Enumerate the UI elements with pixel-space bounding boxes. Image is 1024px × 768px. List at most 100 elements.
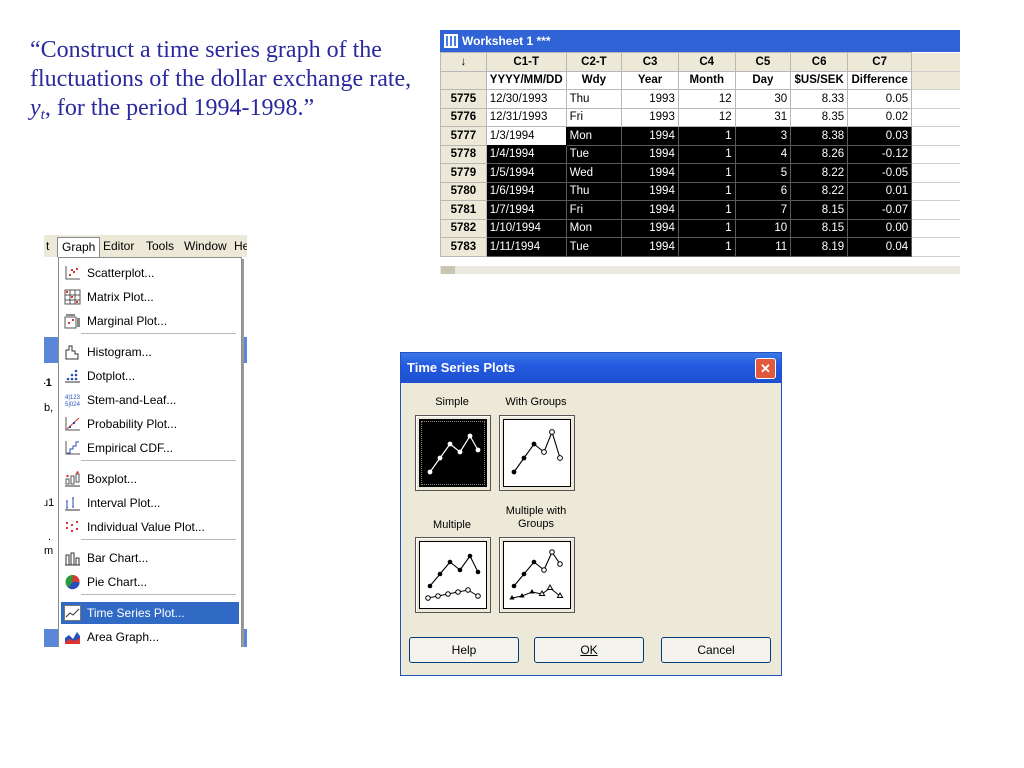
row-number[interactable]: 5782: [440, 218, 487, 238]
table-cell[interactable]: -0.12: [847, 144, 913, 164]
row-number[interactable]: 5778: [440, 144, 487, 164]
column-name[interactable]: Month: [677, 70, 736, 90]
table-cell-empty[interactable]: [911, 163, 960, 183]
menu-item-individual-value-plot[interactable]: Individual Value Plot...: [61, 516, 239, 538]
table-cell[interactable]: 0.04: [847, 237, 913, 257]
table-cell[interactable]: 8.22: [790, 163, 849, 183]
column-id[interactable]: C3: [621, 52, 679, 72]
menu-item-interval-plot[interactable]: Interval Plot...: [61, 492, 239, 514]
menu-item-empirical-cdf[interactable]: Empirical CDF...: [61, 437, 239, 459]
table-cell[interactable]: 1/6/1994: [485, 181, 567, 201]
column-id[interactable]: C6: [790, 52, 849, 72]
table-cell[interactable]: 1994: [621, 163, 679, 183]
row-number[interactable]: 5780: [440, 181, 487, 201]
column-name-empty[interactable]: [911, 71, 960, 90]
table-cell[interactable]: 1994: [621, 218, 679, 238]
table-cell[interactable]: 1: [677, 181, 736, 201]
table-cell[interactable]: 1/5/1994: [485, 163, 567, 183]
menu-item-pie-chart[interactable]: Pie Chart...: [61, 571, 239, 593]
table-cell[interactable]: Fri: [565, 200, 623, 220]
table-cell[interactable]: 0.00: [847, 218, 913, 238]
row-number[interactable]: 5779: [440, 163, 487, 183]
table-cell[interactable]: 6: [734, 181, 792, 201]
row-number[interactable]: 5776: [440, 107, 487, 127]
table-cell[interactable]: 8.35: [790, 107, 849, 127]
row-number[interactable]: 5775: [440, 89, 487, 109]
table-cell[interactable]: 1994: [621, 144, 679, 164]
table-cell[interactable]: 1: [677, 237, 736, 257]
scroll-left-icon[interactable]: [441, 266, 455, 274]
menu-item-bar-chart[interactable]: Bar Chart...: [61, 547, 239, 569]
table-cell[interactable]: 12: [677, 107, 736, 127]
table-cell-empty[interactable]: [911, 200, 960, 220]
table-cell[interactable]: Tue: [565, 237, 623, 257]
option-with-groups[interactable]: [499, 415, 575, 491]
table-cell[interactable]: Thu: [565, 181, 623, 201]
row-number[interactable]: 5781: [440, 200, 487, 220]
menu-item-dotplot[interactable]: Dotplot...: [61, 365, 239, 387]
table-cell[interactable]: 1/10/1994: [485, 218, 567, 238]
table-cell-empty[interactable]: [911, 89, 960, 109]
table-cell[interactable]: 30: [734, 89, 792, 109]
table-cell[interactable]: Tue: [565, 144, 623, 164]
table-cell[interactable]: 1/11/1994: [485, 237, 567, 257]
table-cell[interactable]: 8.26: [790, 144, 849, 164]
dialog-title-bar[interactable]: Time Series Plots ✕: [401, 353, 781, 383]
option-multiple[interactable]: [415, 537, 491, 613]
table-cell[interactable]: -0.07: [847, 200, 913, 220]
table-cell[interactable]: 1994: [621, 181, 679, 201]
table-cell[interactable]: Mon: [565, 218, 623, 238]
table-cell[interactable]: 11: [734, 237, 792, 257]
row-number[interactable]: 5783: [440, 237, 487, 257]
menu-item-time-series[interactable]: Time Series Plot...: [61, 602, 239, 624]
worksheet-title-bar[interactable]: Worksheet 1 ***: [440, 30, 960, 52]
table-cell[interactable]: 10: [734, 218, 792, 238]
table-cell[interactable]: 1994: [621, 200, 679, 220]
table-cell[interactable]: 8.33: [790, 89, 849, 109]
table-cell[interactable]: 1/7/1994: [485, 200, 567, 220]
menu-window[interactable]: Window: [184, 239, 227, 253]
table-cell[interactable]: -0.05: [847, 163, 913, 183]
corner-arrow-icon[interactable]: ↓: [440, 52, 487, 72]
column-name[interactable]: $US/SEK: [790, 70, 849, 90]
table-cell[interactable]: 8.15: [790, 200, 849, 220]
column-id[interactable]: C2-T: [565, 52, 623, 72]
cancel-button[interactable]: Cancel: [661, 637, 771, 663]
table-cell[interactable]: 3: [734, 126, 792, 146]
table-cell[interactable]: 12: [677, 89, 736, 109]
column-name[interactable]: YYYY/MM/DD: [485, 70, 567, 90]
table-cell-empty[interactable]: [911, 237, 960, 257]
column-name[interactable]: Difference: [847, 70, 913, 90]
menu-item-matrix-plot[interactable]: Matrix Plot...: [61, 286, 239, 308]
menu-tools[interactable]: Tools: [146, 239, 174, 253]
table-cell[interactable]: 8.15: [790, 218, 849, 238]
table-cell[interactable]: 0.05: [847, 89, 913, 109]
menu-item-probability-plot[interactable]: Probability Plot...: [61, 413, 239, 435]
column-id-empty[interactable]: [911, 52, 960, 72]
menu-graph[interactable]: Graph: [57, 237, 101, 257]
table-cell-empty[interactable]: [911, 145, 960, 164]
menu-item-marginal-plot[interactable]: Marginal Plot...: [61, 310, 239, 332]
column-name[interactable]: Day: [734, 70, 792, 90]
help-button[interactable]: Help: [409, 637, 519, 663]
column-name[interactable]: Year: [621, 70, 679, 90]
table-cell[interactable]: 12/31/1993: [485, 107, 567, 127]
table-cell-empty[interactable]: [911, 126, 960, 146]
table-cell[interactable]: 5: [734, 163, 792, 183]
table-cell[interactable]: 1/3/1994: [485, 126, 567, 146]
table-cell[interactable]: 8.22: [790, 181, 849, 201]
table-cell[interactable]: Wed: [565, 163, 623, 183]
horizontal-scrollbar[interactable]: [440, 266, 960, 274]
column-id[interactable]: C7: [847, 52, 913, 72]
table-cell[interactable]: 31: [734, 107, 792, 127]
table-cell[interactable]: 1994: [621, 237, 679, 257]
menu-item-histogram[interactable]: Histogram...: [61, 341, 239, 363]
table-cell[interactable]: 0.03: [847, 126, 913, 146]
table-cell[interactable]: 8.19: [790, 237, 849, 257]
column-id[interactable]: C5: [734, 52, 792, 72]
table-cell[interactable]: 7: [734, 200, 792, 220]
table-cell-empty[interactable]: [911, 108, 960, 127]
table-cell-empty[interactable]: [911, 219, 960, 238]
column-id[interactable]: C1-T: [485, 52, 567, 72]
ok-button[interactable]: OK: [534, 637, 644, 663]
